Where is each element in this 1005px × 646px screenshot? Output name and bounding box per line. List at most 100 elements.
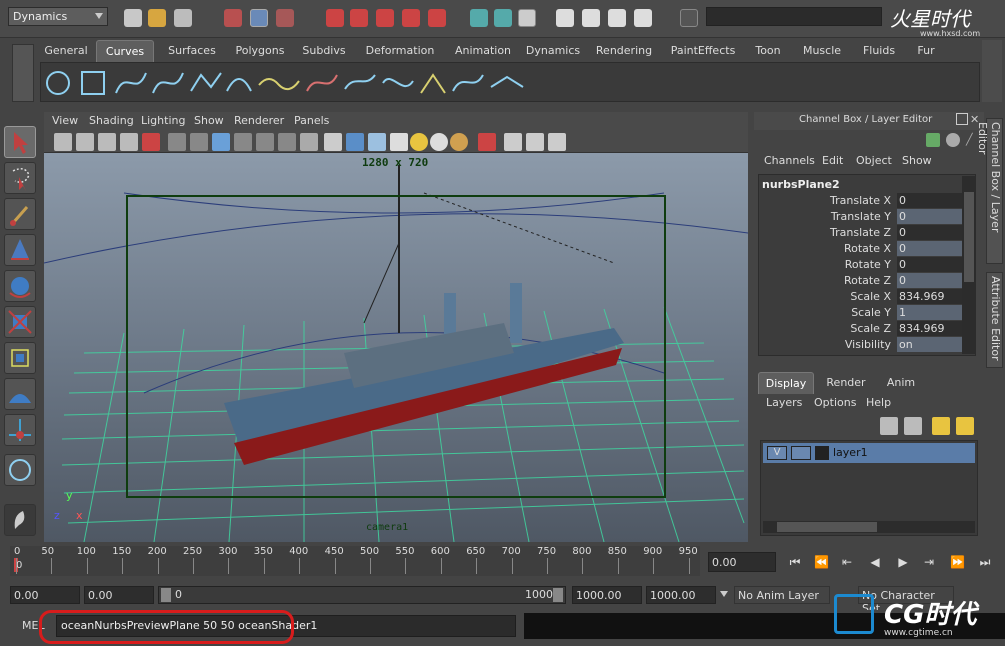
attr-value[interactable]: 0 (897, 241, 963, 256)
scroll-thumb[interactable] (964, 192, 974, 282)
attr-translate-y[interactable]: Translate Y0 (759, 209, 963, 225)
universal-manip-button[interactable] (4, 342, 36, 374)
step-back-icon[interactable]: ⏪ (814, 555, 829, 569)
quick-selection-field[interactable] (706, 7, 882, 26)
attr-value[interactable]: 0 (897, 193, 963, 208)
attr-value[interactable]: 0 (897, 257, 963, 272)
go-to-start-icon[interactable]: ⏮ (788, 555, 802, 569)
step-forward-key-icon[interactable]: ⇥ (922, 555, 936, 569)
menu-help[interactable]: Help (866, 396, 891, 409)
tab-fur[interactable]: Fur (908, 40, 944, 62)
attr-value[interactable]: 0 (897, 273, 963, 288)
gate-mask-icon[interactable] (234, 133, 252, 151)
soft-mod-button[interactable] (4, 378, 36, 410)
isolate-select-icon[interactable] (478, 133, 496, 151)
history-icon[interactable] (518, 9, 536, 27)
range-handle-end[interactable] (553, 588, 563, 602)
snap-grid-icon[interactable] (326, 9, 344, 27)
render-view-icon[interactable] (556, 9, 574, 27)
select-component-icon[interactable] (276, 9, 294, 27)
lasso-tool-button[interactable] (4, 162, 36, 194)
tab-polygons[interactable]: Polygons (228, 40, 292, 62)
menu-layers[interactable]: Layers (766, 396, 802, 409)
channel-box-scrollbar[interactable] (962, 176, 976, 354)
quick-layout-button[interactable] (4, 504, 36, 536)
move-up-icon[interactable] (932, 417, 950, 435)
image-plane-icon[interactable] (98, 133, 116, 151)
attr-value[interactable]: 0 (897, 209, 963, 224)
two-d-pan-icon[interactable] (120, 133, 138, 151)
visibility-toggle[interactable]: V (767, 446, 787, 460)
tab-attribute-editor[interactable]: Attribute Editor (986, 272, 1003, 368)
move-down-icon[interactable] (956, 417, 974, 435)
menu-renderer[interactable]: Renderer (234, 114, 284, 127)
layer-color-swatch[interactable] (815, 446, 829, 460)
play-backwards-icon[interactable]: ◀ (868, 555, 882, 569)
playback-start-field[interactable]: 0.00 (84, 586, 154, 604)
tab-render[interactable]: Render (818, 372, 874, 394)
render-settings-icon[interactable] (634, 9, 652, 27)
scroll-thumb[interactable] (777, 522, 877, 532)
range-slider[interactable]: 0 1000 (158, 586, 566, 604)
tab-animation[interactable]: Animation (448, 40, 518, 62)
tab-channel-box-layer-editor[interactable]: Channel Box / Layer Editor (976, 118, 1003, 264)
input-ops-icon[interactable] (470, 9, 488, 27)
manip-icon[interactable] (926, 133, 940, 147)
safe-action-icon[interactable] (278, 133, 296, 151)
tab-fluids[interactable]: Fluids (856, 40, 902, 62)
magnet-icon[interactable] (428, 9, 446, 27)
wireframe-icon[interactable] (324, 133, 342, 151)
select-tool-button[interactable] (4, 126, 36, 158)
chevron-down-icon[interactable] (95, 13, 103, 19)
tab-deformation[interactable]: Deformation (358, 40, 442, 62)
step-forward-icon[interactable]: ⏩ (950, 555, 965, 569)
output-ops-icon[interactable] (494, 9, 512, 27)
shadows-icon[interactable] (450, 133, 468, 151)
tab-muscle[interactable]: Muscle (794, 40, 850, 62)
chevron-down-icon[interactable] (720, 591, 728, 597)
time-slider[interactable]: 0 0 50 100 150 200 250 300 350 400 450 500 550 600 65… (10, 546, 700, 576)
bookmarks-icon[interactable] (76, 133, 94, 151)
menu-channels[interactable]: Channels (764, 154, 815, 167)
attr-value[interactable]: on (897, 337, 963, 352)
ipr-render-icon[interactable] (608, 9, 626, 27)
tab-toon[interactable]: Toon (748, 40, 788, 62)
attr-value[interactable]: 1 (897, 305, 963, 320)
render-frame-icon[interactable] (582, 9, 600, 27)
all-lights-icon[interactable] (430, 133, 448, 151)
tab-subdivs[interactable]: Subdivs (296, 40, 352, 62)
current-time-field[interactable]: 0.00 (708, 552, 776, 572)
menu-object[interactable]: Object (856, 154, 892, 167)
shelf-menu-handle[interactable] (12, 44, 34, 102)
menu-panels[interactable]: Panels (294, 114, 329, 127)
start-time-field[interactable]: 0.00 (10, 586, 80, 604)
menu-show[interactable]: Show (194, 114, 224, 127)
field-chart-icon[interactable] (256, 133, 274, 151)
grease-pencil-icon[interactable] (142, 133, 160, 151)
resolution-gate-icon[interactable] (212, 133, 230, 151)
select-hierarchy-icon[interactable] (224, 9, 242, 27)
scale-tool-button[interactable] (4, 306, 36, 338)
layer-name[interactable]: layer1 (833, 446, 868, 459)
speed-icon[interactable] (946, 133, 960, 147)
step-back-key-icon[interactable]: ⇤ (840, 555, 854, 569)
new-layer-icon[interactable] (880, 417, 898, 435)
smooth-shade-icon[interactable] (346, 133, 364, 151)
default-light-icon[interactable] (410, 133, 428, 151)
tab-display[interactable]: Display (758, 372, 814, 394)
open-scene-icon[interactable] (148, 9, 166, 27)
tab-curves[interactable]: Curves (96, 40, 154, 62)
new-layer-selected-icon[interactable] (904, 417, 922, 435)
menu-options[interactable]: Options (814, 396, 856, 409)
menu-show[interactable]: Show (902, 154, 932, 167)
hardware-render-icon[interactable] (548, 133, 566, 151)
snap-plane-icon[interactable] (402, 9, 420, 27)
save-scene-icon[interactable] (174, 9, 192, 27)
float-panel-icon[interactable] (956, 113, 968, 125)
menu-edit[interactable]: Edit (822, 154, 843, 167)
film-gate-icon[interactable] (190, 133, 208, 151)
display-type-toggle[interactable] (791, 446, 811, 460)
attr-visibility[interactable]: Visibility on (759, 337, 963, 353)
snap-curve-icon[interactable] (350, 9, 368, 27)
attr-translate-x[interactable]: Translate X0 (759, 193, 963, 209)
